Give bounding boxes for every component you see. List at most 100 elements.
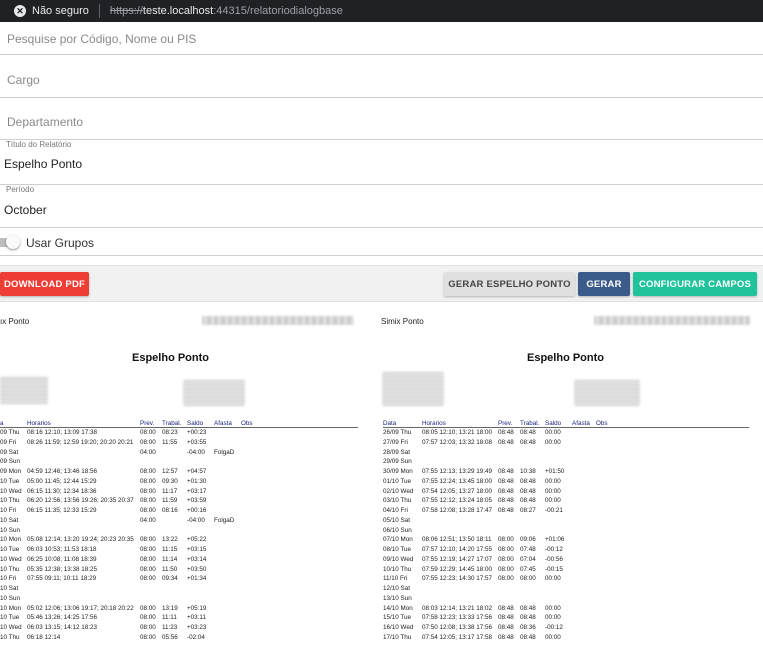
table-row: 10 Tue 05:46 13:26; 14:25 17:56 08:00 11:11…	[0, 613, 358, 623]
table-cell-saldo: +01:50	[545, 468, 565, 475]
table-cell-saldo: 00:00	[545, 438, 561, 446]
gerar-espelho-button[interactable]: GERAR ESPELHO PONTO	[444, 272, 575, 296]
search-field[interactable]: Pesquise por Código, Nome ou PIS	[0, 22, 763, 55]
gerar-button[interactable]: GERAR	[578, 272, 630, 296]
table-cell-saldo: +05:22	[187, 536, 207, 544]
table-cell-trabal: 08:00	[520, 575, 536, 583]
periodo-select[interactable]: October	[4, 203, 47, 217]
table-cell-data: 10/10 Thu	[383, 565, 412, 573]
table-cell-data: 10 Sun	[0, 526, 20, 534]
departamento-input[interactable]: Departamento	[7, 115, 83, 129]
table-cell-prev: 08:00	[140, 438, 156, 446]
url-path: /relatoriodialogbase	[246, 5, 343, 17]
cargo-input[interactable]: Cargo	[7, 73, 40, 87]
table-cell-prev: 08:48	[498, 604, 514, 612]
table-row: 09 Sat 04:00 -04:00 FolgaD	[0, 448, 358, 458]
table-cell-afasta: FolgaD	[214, 516, 235, 524]
table-row: 10 Mon 05:08 12:14; 13:20 19:24; 20:23 20…	[0, 535, 358, 545]
periodo-field[interactable]: Período October	[0, 185, 763, 228]
table-cell-horarios: 08:16 12:10; 13:09 17:38	[27, 429, 98, 436]
table-cell-prev: 08:48	[498, 497, 514, 505]
table-cell-trabal: 07:48	[520, 546, 536, 553]
table-cell-data: 08/10 Tue	[383, 546, 412, 553]
table-cell-prev: 08:00	[140, 575, 156, 583]
table-row: 26/09 Thu 08:05 12:10; 13:21 18:00 08:48 08…	[383, 428, 749, 438]
redacted-company-block	[574, 380, 640, 406]
table-cell-data: 14/10 Mon	[383, 604, 413, 612]
search-input[interactable]: Pesquise por Código, Nome ou PIS	[7, 32, 196, 46]
table-row: 10 Wed 06:03 13:15; 14:12 18:23 08:00 11:23…	[0, 623, 358, 633]
table-row: 09 Sun	[0, 457, 358, 467]
table-cell-horarios: 08:05 12:10; 13:21 18:00	[422, 429, 493, 436]
table-cell-data: 17/10 Thu	[383, 633, 412, 641]
table-cell-data: 09 Sun	[0, 458, 20, 466]
table-cell-prev: 08:00	[498, 536, 514, 544]
table-cell-horarios: 07:55 12:24; 13:45 18:00	[422, 477, 493, 485]
table-cell-data: 09 Thu	[0, 429, 20, 436]
table-cell-prev: 08:00	[140, 555, 156, 563]
titulo-field[interactable]: Título do Relatório Espelho Ponto	[0, 140, 763, 185]
table-cell-horarios: 07:57 12:03; 13:32 18:08	[422, 438, 493, 446]
table-cell-prev: 08:48	[498, 633, 514, 641]
table-cell-saldo: +03:55	[187, 438, 207, 446]
security-indicator[interactable]: ✕ Não seguro	[14, 5, 89, 17]
table-cell-saldo: +03:59	[187, 497, 207, 505]
browser-address-bar[interactable]: ✕ Não seguro https://teste.localhost:443…	[0, 0, 763, 22]
table-row: 30/09 Mon 07:55 12:13; 13:29 19:49 08:48 10…	[383, 467, 749, 477]
table-cell-saldo: +01:06	[545, 536, 565, 544]
table-cell-trabal: 13:19	[162, 604, 178, 612]
table-cell-trabal: 08:48	[520, 633, 536, 641]
table-cell-data: 10 Fri	[0, 575, 17, 583]
table-cell-data: 10 Wed	[0, 555, 22, 563]
table-cell-prev: 04:00	[140, 516, 156, 524]
table-row: 09/10 Wed 07:55 12:19; 14:27 17:07 08:00 07…	[383, 555, 749, 565]
table-cell-saldo: 00:00	[545, 429, 561, 436]
configurar-campos-button[interactable]: CONFIGURAR CAMPOS	[633, 272, 757, 296]
table-cell-prev: 08:48	[498, 624, 514, 631]
table-cell-trabal: 07:04	[520, 555, 536, 563]
departamento-field[interactable]: Departamento	[0, 98, 763, 140]
table-cell-saldo: -00:12	[545, 546, 563, 553]
table-row: 29/09 Sun	[383, 457, 749, 467]
table-cell-prev: 08:48	[498, 487, 514, 495]
table-cell-data: 28/09 Sat	[383, 448, 410, 456]
usar-grupos-toggle[interactable]	[6, 235, 20, 249]
table-cell-data: 13/10 Sun	[383, 594, 412, 602]
table-cell-data: 10 Thu	[0, 565, 20, 573]
usar-grupos-row[interactable]: Usar Grupos	[0, 228, 763, 256]
table-cell-horarios: 07:55 12:12; 13:24 18:05	[422, 497, 493, 505]
table-row: 13/10 Sun	[383, 594, 749, 604]
cargo-field[interactable]: Cargo	[0, 55, 763, 98]
table-row: 08/10 Tue 07:57 12:10; 14:20 17:55 08:00 07…	[383, 545, 749, 555]
table-cell-trabal: 11:59	[162, 497, 178, 505]
table-cell-prev: 08:00	[140, 468, 156, 475]
download-pdf-button[interactable]: DOWNLOAD PDF	[0, 272, 89, 296]
table-row: 10 Tue 05:00 11:45; 12:44 15:29 08:00 09:30…	[0, 477, 358, 487]
table-cell-trabal: 07:45	[520, 565, 536, 573]
report-title: Espelho Ponto	[527, 352, 604, 364]
table-cell-data: 05/10 Sat	[383, 516, 410, 524]
table-cell-trabal: 08:27	[520, 507, 536, 514]
url-text[interactable]: https://teste.localhost:44315/relatoriod…	[110, 5, 343, 17]
table-cell-prev: 08:00	[140, 487, 156, 495]
table-cell-saldo: +03:15	[187, 546, 207, 553]
table-row: 14/10 Mon 08:03 12:14; 13:21 18:02 08:48 08…	[383, 604, 749, 614]
table-cell-data: 09 Mon	[0, 468, 22, 475]
table-cell-prev: 04:00	[140, 448, 156, 456]
table-row: 07/10 Mon 08:06 12:51; 13:50 18:11 08:00 09…	[383, 535, 749, 545]
table-cell-saldo: -00:56	[545, 555, 563, 563]
table-cell-prev: 08:00	[140, 477, 156, 485]
table-cell-data: 10 Wed	[0, 487, 22, 495]
table-cell-saldo: 00:00	[545, 497, 561, 505]
redacted-header-text	[202, 316, 354, 325]
table-cell-data: 26/09 Thu	[383, 429, 412, 436]
table-cell-trabal: 08:48	[520, 604, 536, 612]
report-title: Espelho Ponto	[132, 352, 209, 364]
report-table-header: Data Horarios Prev. Trabal. Saldo Afasta Obs	[383, 419, 749, 428]
titulo-input[interactable]: Espelho Ponto	[4, 157, 82, 171]
table-cell-prev: 08:00	[140, 546, 156, 553]
table-cell-data: 11/10 Fri	[383, 575, 408, 583]
table-cell-prev: 08:00	[140, 624, 156, 631]
table-row: 10 Sat 04:00 -04:00 FolgaD	[0, 516, 358, 526]
table-row: 10 Mon 05:02 12:06; 13:06 19:17; 20:18 20…	[0, 604, 358, 614]
